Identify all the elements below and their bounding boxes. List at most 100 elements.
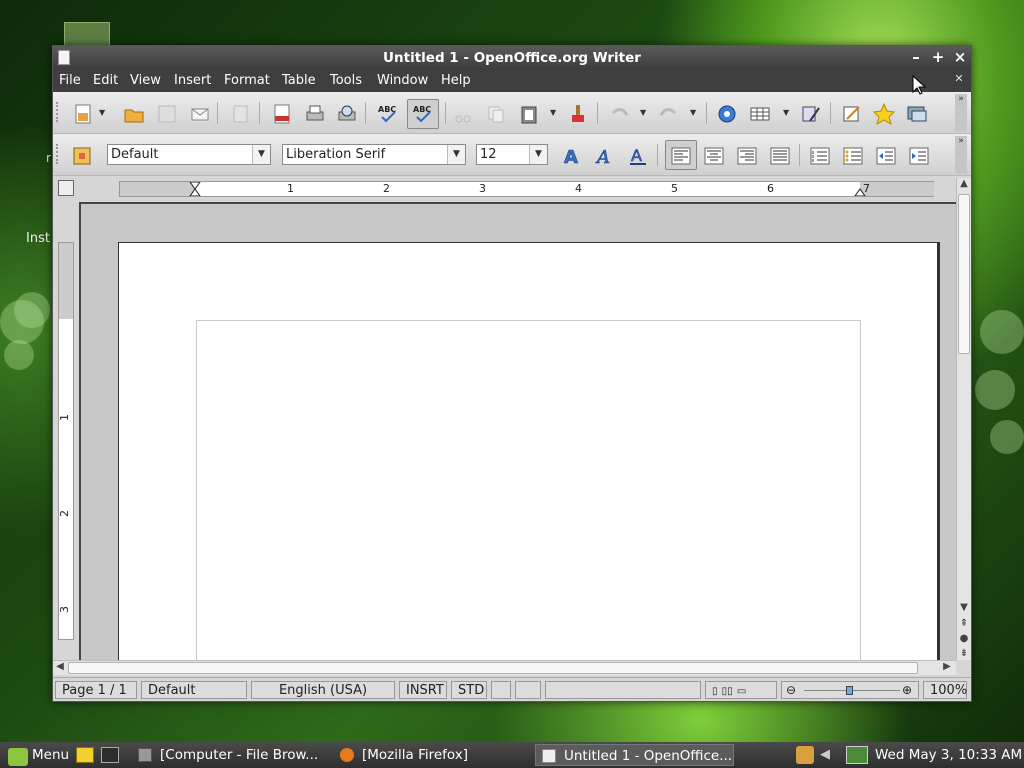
network-icon[interactable]: [846, 746, 868, 764]
print-preview-icon[interactable]: [336, 103, 358, 125]
paragraph-style-combo[interactable]: Default ▼: [107, 144, 271, 165]
menu-window[interactable]: Window: [377, 73, 428, 88]
table-icon[interactable]: [749, 103, 771, 125]
gallery-icon[interactable]: [906, 103, 928, 125]
task-file-browser[interactable]: [Computer - File Brow...: [132, 744, 328, 766]
menu-insert[interactable]: Insert: [174, 73, 211, 88]
horizontal-ruler[interactable]: 1 2 3 4 5 6 7: [119, 181, 934, 197]
right-indent-marker-icon[interactable]: [854, 182, 866, 196]
text-editor-launcher-icon[interactable]: [76, 747, 94, 763]
book-view-icon[interactable]: ▭: [737, 686, 746, 697]
find-replace-icon[interactable]: [841, 103, 863, 125]
page-style[interactable]: Default: [141, 681, 247, 699]
document-page[interactable]: [118, 242, 938, 660]
update-manager-icon[interactable]: [796, 746, 814, 764]
document-canvas[interactable]: [79, 202, 956, 660]
underline-icon[interactable]: A: [627, 145, 649, 167]
minimize-button[interactable]: –: [907, 48, 925, 66]
single-page-view-icon[interactable]: ▯: [712, 686, 718, 697]
open-folder-icon[interactable]: [123, 103, 145, 125]
maximize-button[interactable]: +: [929, 48, 947, 66]
save-icon[interactable]: [156, 103, 178, 125]
task-firefox[interactable]: [Mozilla Firefox]: [334, 744, 530, 766]
increase-indent-icon[interactable]: [908, 145, 930, 167]
toolbar-more-icon[interactable]: »: [955, 94, 967, 132]
title-bar[interactable]: Untitled 1 - OpenOffice.org Writer – + ×: [53, 46, 971, 70]
scroll-down-icon[interactable]: ▼: [957, 602, 971, 613]
new-dropdown-icon[interactable]: ▼: [99, 108, 105, 117]
zoom-out-icon[interactable]: ⊖: [786, 682, 796, 699]
close-button[interactable]: ×: [951, 48, 969, 66]
format-paintbrush-icon[interactable]: [567, 103, 589, 125]
italic-icon[interactable]: A: [594, 145, 616, 167]
insert-mode[interactable]: INSRT: [399, 681, 447, 699]
numbering-icon[interactable]: [809, 145, 831, 167]
digital-signature-icon[interactable]: [515, 681, 541, 699]
paste-dropdown-icon[interactable]: ▼: [550, 108, 556, 117]
bold-icon[interactable]: A: [561, 145, 583, 167]
export-pdf-icon[interactable]: [271, 103, 293, 125]
edit-file-icon[interactable]: [230, 103, 252, 125]
navigation-icon[interactable]: ●: [957, 633, 971, 644]
clock[interactable]: Wed May 3, 10:33 AM: [875, 747, 1022, 763]
copy-icon[interactable]: [485, 103, 507, 125]
undo-icon[interactable]: [609, 103, 631, 125]
align-center-icon[interactable]: [703, 145, 725, 167]
menu-file[interactable]: File: [59, 73, 81, 88]
text-boundaries[interactable]: [196, 320, 861, 660]
print-icon[interactable]: [304, 103, 326, 125]
hyperlink-icon[interactable]: [716, 103, 738, 125]
tab-type-button[interactable]: [58, 180, 74, 196]
new-document-icon[interactable]: [73, 103, 95, 125]
zoom-thumb[interactable]: [846, 686, 853, 695]
menu-edit[interactable]: Edit: [93, 73, 118, 88]
menu-table[interactable]: Table: [282, 73, 316, 88]
show-draw-functions-icon[interactable]: [800, 103, 822, 125]
vertical-scroll-thumb[interactable]: [958, 194, 970, 354]
zoom-slider[interactable]: ⊖ ⊕: [781, 681, 919, 699]
language-indicator[interactable]: English (USA): [251, 681, 395, 699]
redo-icon[interactable]: [657, 103, 679, 125]
paste-icon[interactable]: [518, 103, 540, 125]
scroll-up-icon[interactable]: ▲: [957, 178, 971, 189]
undo-dropdown-icon[interactable]: ▼: [640, 108, 646, 117]
horizontal-scroll-thumb[interactable]: [68, 662, 918, 674]
bullets-icon[interactable]: [842, 145, 864, 167]
scroll-right-icon[interactable]: ▶: [940, 661, 954, 672]
table-dropdown-icon[interactable]: ▼: [783, 108, 789, 117]
chevron-down-icon[interactable]: ▼: [529, 145, 547, 164]
start-menu-button[interactable]: Menu: [2, 744, 74, 766]
menu-view[interactable]: View: [130, 73, 161, 88]
multi-page-view-icon[interactable]: ▯▯: [722, 686, 733, 697]
page-indicator[interactable]: Page 1 / 1: [55, 681, 137, 699]
zoom-level[interactable]: 100%: [923, 681, 967, 699]
decrease-indent-icon[interactable]: [875, 145, 897, 167]
next-page-icon[interactable]: ⇟: [957, 648, 971, 659]
styles-formatting-icon[interactable]: [71, 145, 93, 167]
redo-dropdown-icon[interactable]: ▼: [690, 108, 696, 117]
chevron-down-icon[interactable]: ▼: [447, 145, 465, 164]
vertical-scrollbar[interactable]: ▲ ▼ ⇞ ● ⇟: [956, 178, 971, 660]
toolbar-grip[interactable]: [56, 144, 60, 164]
toolbar-more-icon[interactable]: »: [955, 136, 967, 174]
font-name-combo[interactable]: Liberation Serif ▼: [282, 144, 466, 165]
menu-format[interactable]: Format: [224, 73, 270, 88]
previous-page-icon[interactable]: ⇞: [957, 618, 971, 629]
cut-icon[interactable]: [452, 103, 474, 125]
selection-mode[interactable]: STD: [451, 681, 487, 699]
vertical-ruler[interactable]: 1 2 3: [58, 242, 74, 640]
toolbar-grip[interactable]: [56, 102, 60, 122]
menu-tools[interactable]: Tools: [330, 73, 362, 88]
zoom-in-icon[interactable]: ⊕: [902, 682, 912, 699]
terminal-launcher-icon[interactable]: [101, 747, 119, 763]
chevron-down-icon[interactable]: ▼: [252, 145, 270, 164]
task-writer[interactable]: Untitled 1 - OpenOffice...: [535, 744, 734, 766]
close-document-icon[interactable]: ✕: [953, 73, 965, 85]
font-size-combo[interactable]: 12 ▼: [476, 144, 548, 165]
menu-help[interactable]: Help: [441, 73, 471, 88]
navigator-icon[interactable]: [873, 103, 895, 125]
align-right-icon[interactable]: [736, 145, 758, 167]
scroll-left-icon[interactable]: ◀: [53, 661, 67, 672]
indent-marker-icon[interactable]: [189, 182, 201, 196]
email-icon[interactable]: [189, 103, 211, 125]
